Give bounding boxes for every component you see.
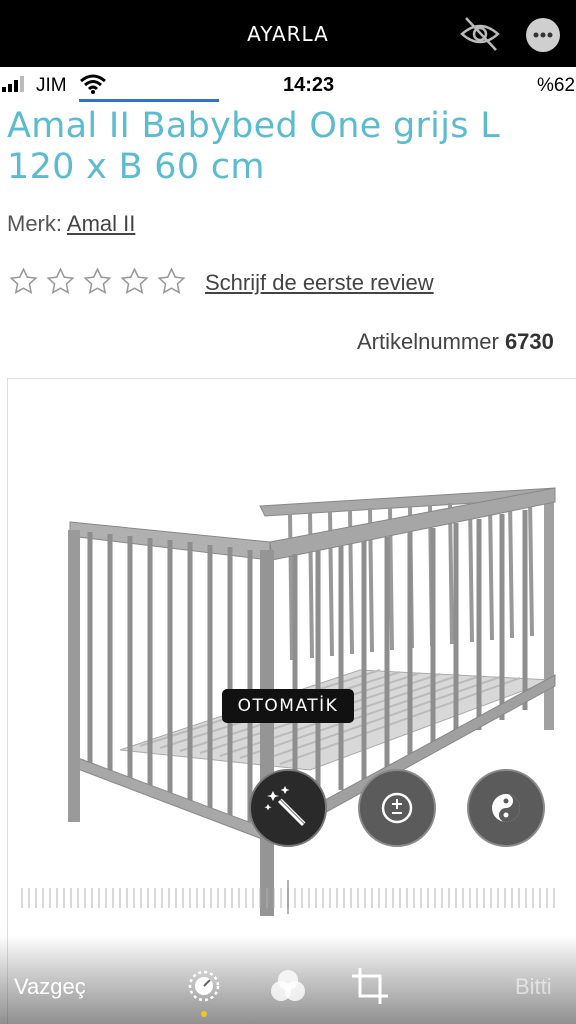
exposure-button[interactable]	[358, 769, 436, 847]
star-empty-icon[interactable]	[45, 266, 76, 297]
wifi-icon	[80, 74, 106, 99]
star-empty-icon[interactable]	[8, 266, 39, 297]
brand-link[interactable]: Amal II	[67, 211, 135, 236]
article-label: Artikelnummer	[357, 329, 499, 354]
adjust-dial-icon[interactable]	[182, 964, 226, 1008]
article-number: 6730	[504, 329, 554, 354]
battery-level: %62	[537, 75, 576, 96]
done-button[interactable]: Bitti	[515, 974, 552, 1000]
cancel-button[interactable]: Vazgeç	[14, 974, 86, 1000]
write-review-link[interactable]: Schrijf de eerste review	[205, 270, 434, 296]
star-empty-icon[interactable]	[82, 266, 113, 297]
loading-progress-line	[79, 99, 219, 102]
brilliance-button[interactable]	[467, 769, 545, 847]
star-empty-icon[interactable]	[156, 266, 187, 297]
crop-icon[interactable]	[348, 964, 392, 1008]
signal-icon	[2, 76, 30, 97]
auto-tooltip: OTOMATİK	[222, 689, 354, 723]
editor-top-bar: AYARLA	[0, 0, 576, 67]
yin-yang-icon	[492, 794, 520, 822]
brand-label: Merk:	[7, 211, 62, 236]
active-tab-indicator	[201, 1011, 207, 1017]
brand-row: Merk: Amal II	[7, 211, 135, 237]
article-number-row: Artikelnummer 6730	[357, 329, 554, 355]
exposure-icon	[381, 792, 413, 824]
carrier-name: JIM	[36, 75, 67, 96]
status-time: 14:23	[283, 74, 335, 96]
star-empty-icon[interactable]	[119, 266, 150, 297]
hide-icon[interactable]	[458, 14, 502, 54]
auto-enhance-button[interactable]	[249, 769, 327, 847]
more-options-icon[interactable]	[526, 18, 560, 52]
adjustment-slider[interactable]	[20, 880, 560, 914]
magic-wand-icon	[264, 786, 306, 827]
product-title: Amal II Babybed One grijs L 120 x B 60 c…	[7, 106, 500, 187]
rating-stars[interactable]	[8, 266, 187, 297]
filters-icon[interactable]	[266, 964, 310, 1008]
